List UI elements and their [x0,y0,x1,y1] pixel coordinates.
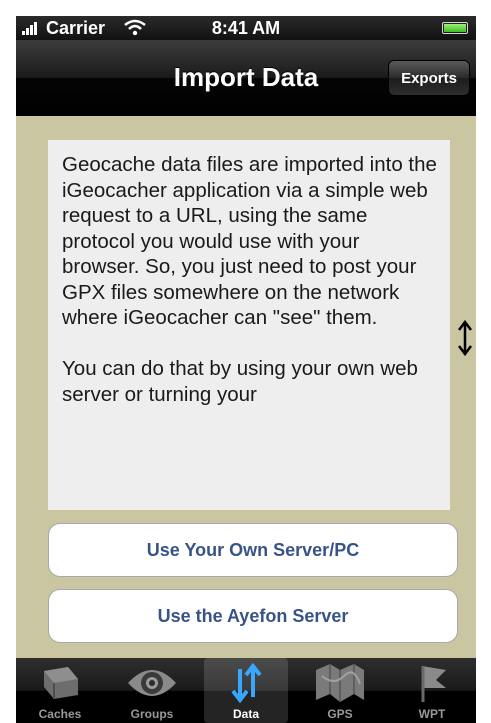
info-paragraph: You can do that by using your own web se… [62,357,418,406]
cache-box-icon [30,661,90,705]
tab-label: WPT [418,707,446,721]
use-ayefon-server-button[interactable]: Use the Ayefon Server [48,589,458,643]
tab-bar: Caches Groups Data GPS WPT [16,658,476,723]
scroll-indicator-icon [458,320,472,356]
tab-label: Data [232,707,259,721]
exports-button[interactable]: Exports [388,60,470,96]
tab-groups[interactable]: Groups [110,658,194,723]
tab-label: GPS [327,707,353,721]
tab-label: Groups [130,707,174,721]
tab-gps[interactable]: GPS [298,658,382,723]
tab-wpt[interactable]: WPT [390,658,474,723]
tab-caches[interactable]: Caches [18,658,102,723]
phone-screen: Carrier 8:41 AM Import Data Exports Geoc… [16,16,476,723]
flag-icon [402,661,462,705]
eye-icon [122,661,182,705]
import-info-text[interactable]: Geocache data files are imported into th… [48,140,450,510]
info-paragraph: Geocache data files are imported into th… [62,153,437,329]
map-icon [310,661,370,705]
status-time: 8:41 AM [211,18,281,38]
navigation-bar: Import Data Exports [16,40,476,116]
tab-data[interactable]: Data [204,658,288,723]
use-own-server-button[interactable]: Use Your Own Server/PC [48,523,458,577]
status-bar: Carrier 8:41 AM [16,16,476,40]
up-down-arrows-icon [216,661,276,705]
tab-label: Caches [38,707,82,721]
battery-icon [442,22,468,34]
